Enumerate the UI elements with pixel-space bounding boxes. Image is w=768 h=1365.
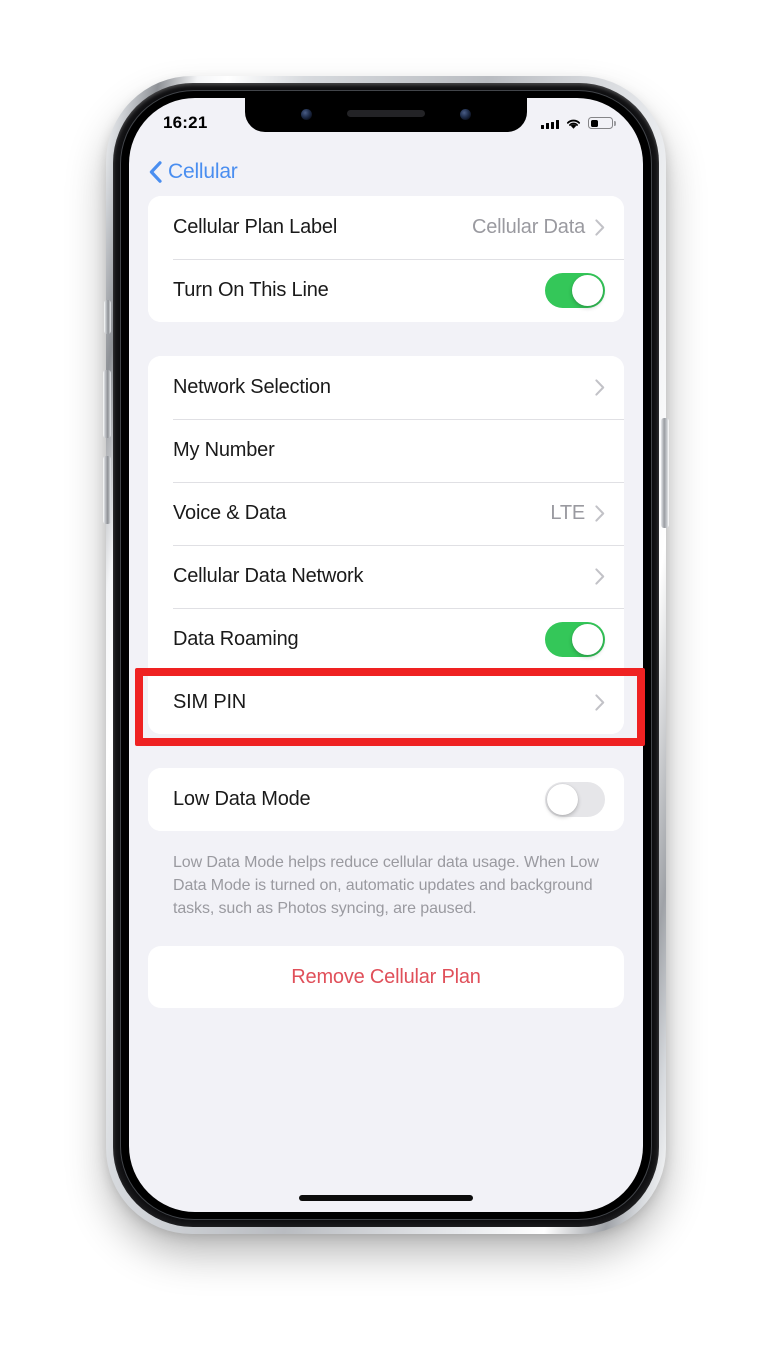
- chevron-left-icon: [149, 161, 162, 183]
- toggle-knob: [571, 274, 604, 307]
- row-cellular-data-network[interactable]: Cellular Data Network: [148, 545, 624, 608]
- row-label: Turn On This Line: [173, 279, 329, 301]
- notch: [245, 98, 527, 132]
- row-value: Cellular Data: [471, 216, 585, 238]
- cellular-bars-icon: [540, 118, 559, 129]
- row-my-number[interactable]: My Number: [148, 419, 624, 482]
- row-label: My Number: [173, 439, 275, 461]
- row-label: Network Selection: [173, 376, 331, 398]
- chevron-right-icon: [595, 379, 605, 396]
- row-label: Voice & Data: [173, 502, 287, 524]
- row-sim-pin[interactable]: SIM PIN: [148, 671, 624, 734]
- row-low-data-mode[interactable]: Low Data Mode: [148, 768, 624, 831]
- settings-group-footer-note: Low Data Mode helps reduce cellular data…: [173, 854, 599, 918]
- power-button[interactable]: [661, 418, 669, 528]
- wifi-icon: [566, 119, 581, 129]
- chevron-right-icon: [595, 694, 605, 711]
- row-turn-on-this-line-toggle[interactable]: [545, 273, 605, 308]
- row-voice-and-data[interactable]: Voice & Data LTE: [148, 482, 624, 545]
- silent-switch-button[interactable]: [104, 300, 111, 334]
- status-bar-clock: 16:21: [163, 113, 208, 132]
- row-label: Cellular Plan Label: [173, 216, 338, 238]
- row-label: SIM PIN: [173, 691, 247, 713]
- home-indicator[interactable]: [299, 1195, 473, 1201]
- row-label: Cellular Data Network: [173, 565, 364, 587]
- toggle-knob: [571, 623, 604, 656]
- phone-screen: 16:21 Cellular Cellular Plan Label Cellu…: [129, 98, 643, 1212]
- navigation-bar: Cellular: [129, 148, 643, 196]
- chevron-right-icon: [595, 219, 605, 236]
- row-data-roaming[interactable]: Data Roaming: [148, 608, 624, 671]
- back-button[interactable]: Cellular: [149, 160, 238, 184]
- volume-down-button[interactable]: [103, 456, 111, 524]
- face-id-sensor-icon: [460, 109, 471, 120]
- settings-scroll-view[interactable]: Cellular Plan Label Cellular Data Turn On …: [129, 196, 643, 1212]
- settings-group-3: Low Data Mode: [148, 768, 624, 831]
- row-low-data-mode-toggle[interactable]: [545, 782, 605, 817]
- earpiece-speaker: [347, 110, 425, 117]
- row-value: LTE: [550, 502, 585, 524]
- row-turn-on-this-line[interactable]: Turn On This Line: [148, 259, 624, 322]
- row-label: Data Roaming: [173, 628, 299, 650]
- settings-group-2: Network Selection My Number Voice & Data LT…: [148, 356, 624, 734]
- screenshot-stage: 16:21 Cellular Cellular Plan Label Cellu…: [0, 0, 768, 1365]
- chevron-right-icon: [595, 568, 605, 585]
- remove-cellular-plan-button[interactable]: Remove Cellular Plan: [148, 946, 624, 1009]
- row-network-selection[interactable]: Network Selection: [148, 356, 624, 419]
- settings-group-1: Cellular Plan Label Cellular Data Turn On …: [148, 196, 624, 322]
- remove-cellular-plan-label: Remove Cellular Plan: [291, 965, 481, 988]
- row-data-roaming-toggle[interactable]: [545, 622, 605, 657]
- row-cellular-plan-label[interactable]: Cellular Plan Label Cellular Data: [148, 196, 624, 259]
- volume-up-button[interactable]: [103, 370, 111, 438]
- toggle-knob: [546, 783, 579, 816]
- back-button-label: Cellular: [168, 160, 238, 183]
- front-camera-icon: [301, 109, 312, 120]
- status-bar-indicators: [540, 117, 616, 130]
- battery-icon: [588, 117, 616, 129]
- chevron-right-icon: [595, 505, 605, 522]
- row-label: Low Data Mode: [173, 788, 311, 810]
